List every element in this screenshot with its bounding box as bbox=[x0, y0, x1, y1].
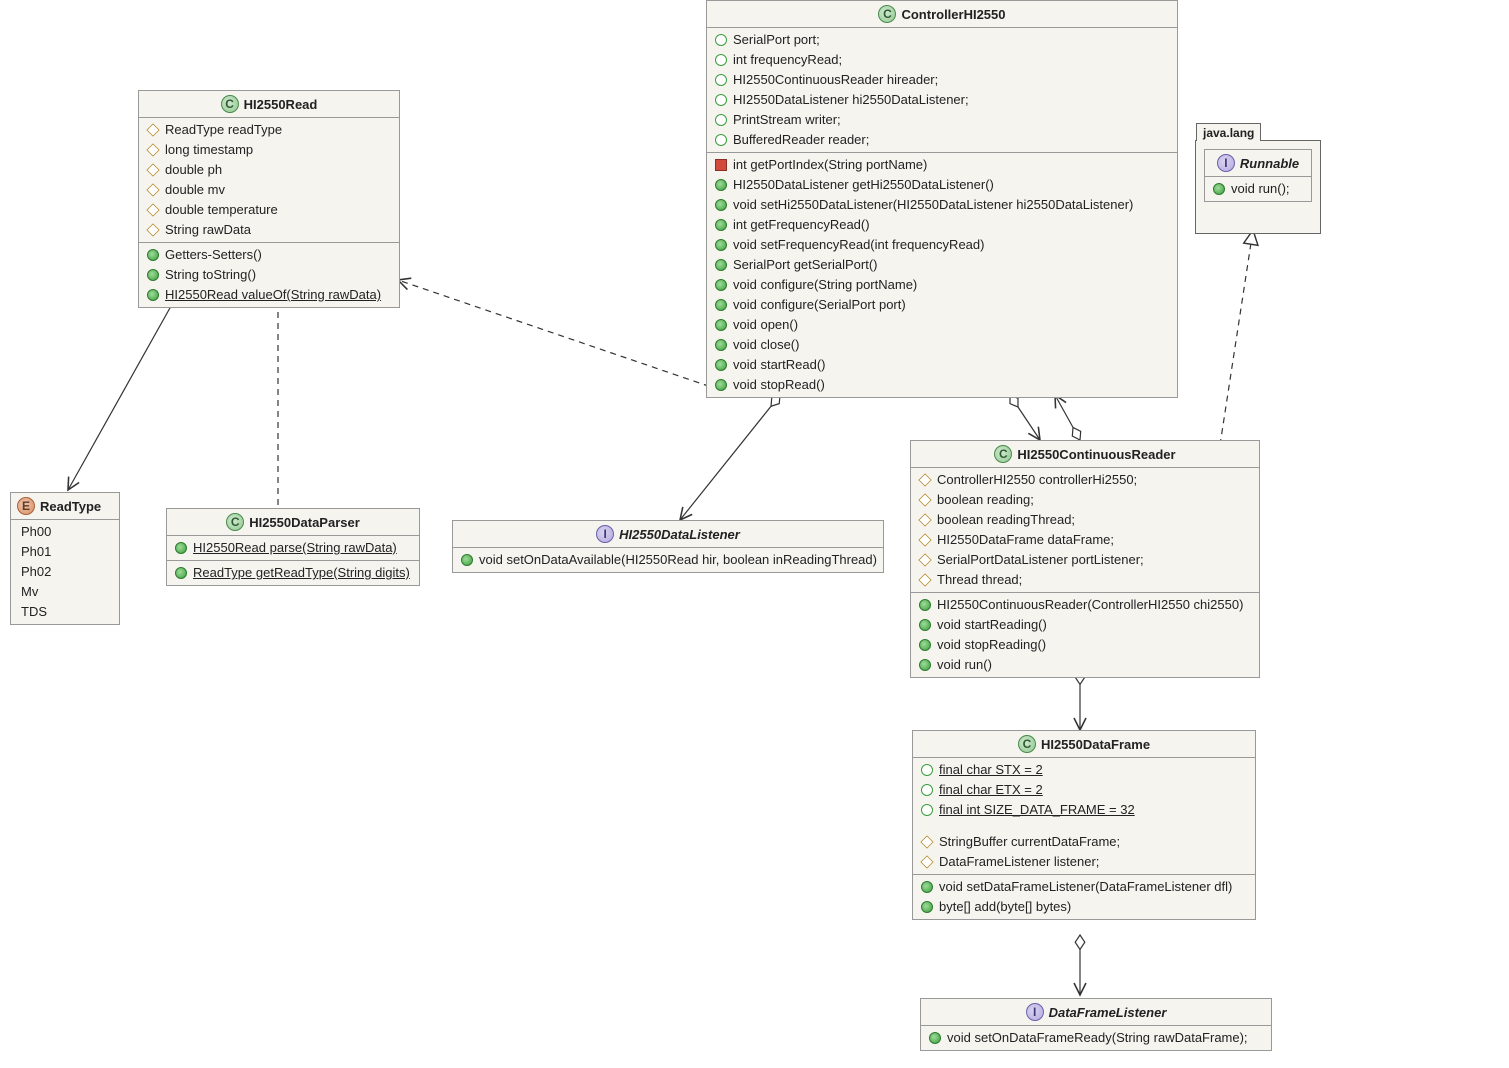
visibility-public-icon bbox=[715, 279, 727, 291]
class-icon: C bbox=[994, 445, 1012, 463]
visibility-public-icon bbox=[715, 219, 727, 231]
visibility-package-icon bbox=[921, 784, 933, 796]
class-HI2550DataParser[interactable]: C HI2550DataParser HI2550Read parse(Stri… bbox=[166, 508, 420, 586]
visibility-public-icon bbox=[921, 901, 933, 913]
class-title: C ControllerHI2550 bbox=[707, 1, 1177, 28]
visibility-public-icon bbox=[461, 554, 473, 566]
visibility-public-icon bbox=[715, 359, 727, 371]
class-ControllerHI2550[interactable]: C ControllerHI2550 SerialPort port; int … bbox=[706, 0, 1178, 398]
visibility-protected-icon bbox=[918, 573, 931, 586]
enum-icon: E bbox=[17, 497, 35, 515]
visibility-package-icon bbox=[715, 34, 727, 46]
visibility-package-icon bbox=[715, 94, 727, 106]
visibility-public-icon bbox=[147, 289, 159, 301]
class-icon: C bbox=[226, 513, 244, 531]
visibility-package-icon bbox=[715, 54, 727, 66]
visibility-public-icon bbox=[147, 249, 159, 261]
visibility-public-icon bbox=[715, 259, 727, 271]
class-icon: C bbox=[878, 5, 896, 23]
package-label: java.lang bbox=[1196, 123, 1261, 141]
visibility-protected-icon bbox=[918, 533, 931, 546]
visibility-protected-icon bbox=[918, 553, 931, 566]
class-title: C HI2550Read bbox=[139, 91, 399, 118]
visibility-public-icon bbox=[919, 619, 931, 631]
enum-title-text: ReadType bbox=[40, 499, 101, 514]
visibility-package-icon bbox=[715, 134, 727, 146]
class-HI2550DataFrame[interactable]: C HI2550DataFrame final char STX = 2 fin… bbox=[912, 730, 1256, 920]
visibility-public-icon bbox=[921, 881, 933, 893]
visibility-protected-icon bbox=[146, 143, 159, 156]
visibility-package-icon bbox=[715, 114, 727, 126]
visibility-public-icon bbox=[715, 339, 727, 351]
visibility-public-icon bbox=[147, 269, 159, 281]
visibility-public-icon bbox=[715, 199, 727, 211]
visibility-protected-icon bbox=[146, 163, 159, 176]
visibility-public-icon bbox=[715, 299, 727, 311]
visibility-package-icon bbox=[921, 764, 933, 776]
class-icon: C bbox=[1018, 735, 1036, 753]
visibility-protected-icon bbox=[146, 183, 159, 196]
interface-title: I Runnable bbox=[1205, 150, 1311, 177]
visibility-protected-icon bbox=[920, 835, 933, 848]
visibility-private-icon bbox=[715, 159, 727, 171]
interface-title: I HI2550DataListener bbox=[453, 521, 883, 548]
visibility-protected-icon bbox=[920, 855, 933, 868]
visibility-public-icon bbox=[715, 239, 727, 251]
interface-Runnable[interactable]: I Runnable void run(); bbox=[1204, 149, 1312, 202]
visibility-protected-icon bbox=[146, 123, 159, 136]
interface-DataFrameListener[interactable]: I DataFrameListener void setOnDataFrameR… bbox=[920, 998, 1272, 1051]
visibility-public-icon bbox=[715, 319, 727, 331]
visibility-protected-icon bbox=[918, 513, 931, 526]
visibility-protected-icon bbox=[146, 203, 159, 216]
enum-ReadType[interactable]: E ReadType Ph00 Ph01 Ph02 Mv TDS bbox=[10, 492, 120, 625]
visibility-protected-icon bbox=[918, 493, 931, 506]
visibility-public-icon bbox=[715, 379, 727, 391]
visibility-public-icon bbox=[175, 567, 187, 579]
visibility-public-icon bbox=[715, 179, 727, 191]
class-icon: C bbox=[221, 95, 239, 113]
visibility-protected-icon bbox=[918, 473, 931, 486]
visibility-public-icon bbox=[919, 599, 931, 611]
class-HI2550ContinuousReader[interactable]: C HI2550ContinuousReader ControllerHI255… bbox=[910, 440, 1260, 678]
class-title-text: HI2550Read bbox=[244, 97, 318, 112]
interface-HI2550DataListener[interactable]: I HI2550DataListener void setOnDataAvail… bbox=[452, 520, 884, 573]
visibility-public-icon bbox=[919, 639, 931, 651]
class-title: C HI2550DataFrame bbox=[913, 731, 1255, 758]
class-HI2550Read[interactable]: C HI2550Read ReadType readType long time… bbox=[138, 90, 400, 308]
visibility-public-icon bbox=[175, 542, 187, 554]
class-title: C HI2550DataParser bbox=[167, 509, 419, 536]
visibility-public-icon bbox=[1213, 183, 1225, 195]
visibility-package-icon bbox=[921, 804, 933, 816]
package-java-lang[interactable]: java.lang I Runnable void run(); bbox=[1195, 140, 1321, 234]
visibility-package-icon bbox=[715, 74, 727, 86]
interface-icon: I bbox=[1026, 1003, 1044, 1021]
enum-title: E ReadType bbox=[11, 493, 119, 520]
visibility-public-icon bbox=[929, 1032, 941, 1044]
interface-icon: I bbox=[596, 525, 614, 543]
class-title: C HI2550ContinuousReader bbox=[911, 441, 1259, 468]
interface-title: I DataFrameListener bbox=[921, 999, 1271, 1026]
interface-icon: I bbox=[1217, 154, 1235, 172]
visibility-protected-icon bbox=[146, 223, 159, 236]
visibility-public-icon bbox=[919, 659, 931, 671]
